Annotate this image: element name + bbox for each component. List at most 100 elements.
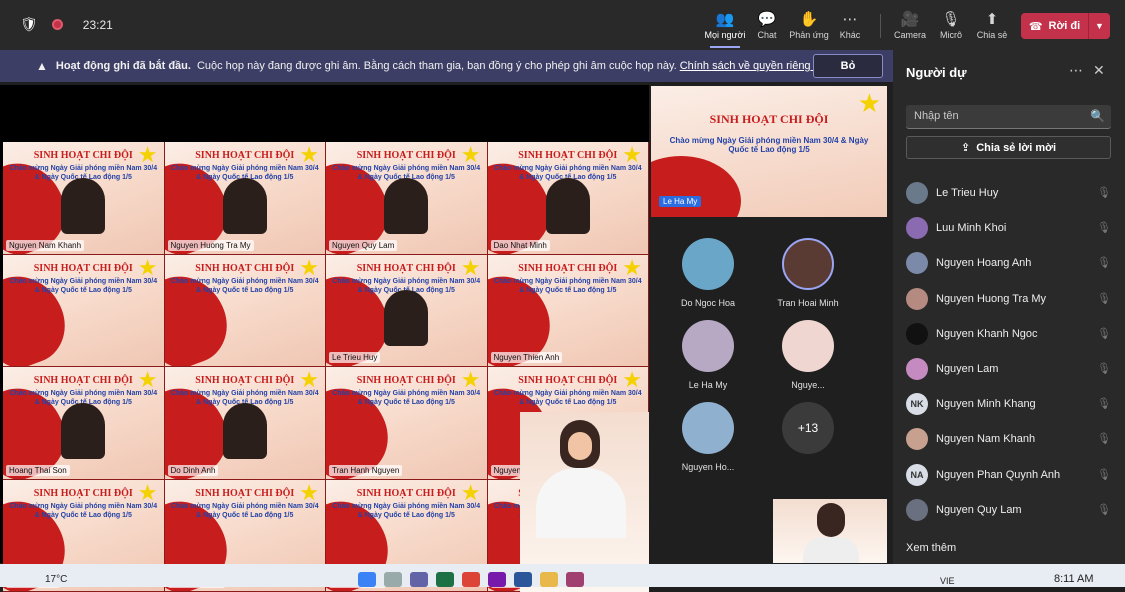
avatar — [782, 320, 834, 372]
video-tile[interactable]: SINH HOẠT CHI ĐỘIChào mừng Ngày Giải phó… — [326, 255, 488, 368]
gallery-avatar[interactable]: Do Ngoc Hoa — [663, 238, 753, 308]
phone-hangup-icon: ☎ — [1029, 20, 1043, 33]
mic-muted-icon: 🎙 — [1097, 327, 1111, 340]
participant-name: Nguyen Phan Quynh Anh — [936, 469, 1060, 481]
video-tile[interactable]: SINH HOẠT CHI ĐỘIChào mừng Ngày Giải phó… — [488, 255, 650, 368]
recording-banner: ▲ Hoạt động ghi đã bắt đầu. Cuộc họp này… — [0, 50, 893, 82]
mic-muted-icon: 🎙 — [1097, 292, 1111, 305]
tile-slide-title: SINH HOẠT CHI ĐỘI — [13, 488, 154, 499]
mic-icon: 🎙 — [928, 10, 974, 30]
weather-temp[interactable]: 17°C — [45, 574, 67, 585]
tile-name: Tran Hanh Nguyen — [329, 465, 402, 476]
spotlight-video[interactable]: ★ SINH HOẠT CHI ĐỘI Chào mừng Ngày Giải … — [651, 86, 887, 217]
video-tile[interactable]: SINH HOẠT CHI ĐỘIChào mừng Ngày Giải phó… — [326, 367, 488, 480]
leave-main[interactable]: ☎ Rời đi — [1021, 20, 1088, 33]
participant-row[interactable]: Nguyen Quy Lam🎙 — [906, 495, 1111, 525]
tile-name: Do Dinh Anh — [168, 465, 219, 476]
search-field[interactable]: 🔍 — [906, 105, 1111, 129]
avatar — [906, 499, 928, 521]
mic-muted-icon: 🎙 — [1097, 362, 1111, 375]
mic-muted-icon: 🎙 — [1097, 432, 1111, 445]
video-tile[interactable]: SINH HOẠT CHI ĐỘIChào mừng Ngày Giải phó… — [165, 367, 327, 480]
tile-name: Nguyen Huong Tra My — [168, 240, 254, 251]
participant-row[interactable]: NANguyen Phan Quynh Anh🎙 — [906, 460, 1111, 490]
teams-icon[interactable] — [410, 572, 428, 587]
gallery-avatar[interactable]: Nguyen Ho... — [663, 402, 753, 472]
tile-slide-title: SINH HOẠT CHI ĐỘI — [336, 263, 477, 274]
gallery-avatar[interactable]: Le Ha My — [663, 320, 753, 390]
system-clock[interactable]: 8:11 AM — [1054, 573, 1094, 585]
self-video[interactable] — [773, 499, 887, 563]
video-tile[interactable]: SINH HOẠT CHI ĐỘIChào mừng Ngày Giải phó… — [165, 142, 327, 255]
avatar — [906, 252, 928, 274]
app-icon[interactable] — [566, 572, 584, 587]
close-icon[interactable]: ✕ — [1093, 62, 1105, 79]
chat-button[interactable]: 💬 Chat — [744, 10, 790, 40]
chevron-down-icon[interactable]: ▼ — [1088, 13, 1110, 39]
tile-slide-subtitle: Chào mừng Ngày Giải phóng miền Nam 30/4 … — [171, 502, 320, 520]
gallery-name: Le Ha My — [663, 380, 753, 390]
share-tray-button[interactable]: ⬆ Chia sẻ — [969, 10, 1015, 40]
video-tile[interactable]: SINH HOẠT CHI ĐỘIChào mừng Ngày Giải phó… — [326, 142, 488, 255]
share-invite-button[interactable]: ⇪ Chia sẻ lời mời — [906, 136, 1111, 159]
participant-name: Nguyen Lam — [936, 363, 998, 375]
tile-slide-subtitle: Chào mừng Ngày Giải phóng miền Nam 30/4 … — [494, 277, 643, 295]
search-icon[interactable]: 🔍 — [1090, 109, 1105, 123]
language-indicator[interactable]: VIE — [940, 576, 955, 586]
video-tile[interactable]: SINH HOẠT CHI ĐỘIChào mừng Ngày Giải phó… — [3, 142, 165, 255]
participant-row[interactable]: NKNguyen Minh Khang🎙 — [906, 389, 1111, 419]
shared-screen: SINH HOẠT CHI ĐỘI Chào mừng Ngày Giải phó… — [0, 85, 649, 563]
participant-face — [61, 403, 105, 459]
participant-row[interactable]: Le Trieu Huy🎙 — [906, 178, 1111, 208]
word-icon[interactable] — [514, 572, 532, 587]
video-tile[interactable]: SINH HOẠT CHI ĐỘIChào mừng Ngày Giải phó… — [3, 367, 165, 480]
search-input[interactable] — [906, 105, 1086, 127]
video-tile[interactable]: SINH HOẠT CHI ĐỘIChào mừng Ngày Giải phó… — [488, 142, 650, 255]
reaction-button[interactable]: ✋ Phản ứng — [786, 10, 832, 40]
participant-row[interactable]: Nguyen Nam Khanh🎙 — [906, 424, 1111, 454]
onenote-icon[interactable] — [488, 572, 506, 587]
start-icon[interactable] — [358, 572, 376, 587]
tile-name: Hoang Thai Son — [6, 465, 70, 476]
excel-icon[interactable] — [436, 572, 454, 587]
participant-face — [384, 178, 428, 234]
avatar — [682, 402, 734, 454]
tile-name: Nguyen Quy Lam — [329, 240, 397, 251]
avatar: NA — [906, 464, 928, 486]
leave-button[interactable]: ☎ Rời đi ▼ — [1021, 13, 1110, 39]
folder-icon[interactable] — [540, 572, 558, 587]
participant-face — [384, 290, 428, 346]
tile-slide-subtitle: Chào mừng Ngày Giải phóng miền Nam 30/4 … — [332, 389, 481, 407]
meeting-timer: 23:21 — [83, 18, 113, 32]
gallery-avatar[interactable]: Tran Hoai Minh — [763, 238, 853, 308]
privacy-policy-link[interactable]: Chính sách về quyền riêng tư — [680, 60, 824, 72]
people-button[interactable]: 👥 Mọi người — [702, 10, 748, 40]
participant-name: Nguyen Khanh Ngoc — [936, 328, 1038, 340]
tile-slide-title: SINH HOẠT CHI ĐỘI — [175, 263, 316, 274]
participant-row[interactable]: Nguyen Hoang Anh🎙 — [906, 248, 1111, 278]
participant-row[interactable]: Nguyen Khanh Ngoc 🎙 — [906, 319, 1111, 349]
avatar — [906, 358, 928, 380]
chrome-icon[interactable] — [462, 572, 480, 587]
participant-row[interactable]: Luu Minh Khoi🎙 — [906, 213, 1111, 243]
participant-row[interactable]: Nguyen Lam 🎙 — [906, 354, 1111, 384]
meeting-status: 🛡 23:21 — [20, 16, 113, 33]
more-options-icon[interactable]: ⋯ — [1069, 62, 1083, 79]
participant-row[interactable]: Nguyen Huong Tra My🎙 — [906, 284, 1111, 314]
spotlight-name: Le Ha My — [659, 196, 701, 207]
video-tile[interactable]: SINH HOẠT CHI ĐỘIChào mừng Ngày Giải phó… — [3, 255, 165, 368]
camera-button[interactable]: 🎥 Camera — [887, 10, 933, 40]
dismiss-button[interactable]: Bỏ — [813, 54, 883, 78]
search-taskbar-icon[interactable] — [384, 572, 402, 587]
gallery-avatar[interactable]: +13 — [763, 402, 853, 454]
tile-slide-title: SINH HOẠT CHI ĐỘI — [175, 150, 316, 161]
avatar — [906, 288, 928, 310]
video-tile[interactable]: SINH HOẠT CHI ĐỘIChào mừng Ngày Giải phó… — [165, 255, 327, 368]
see-more-link[interactable]: Xem thêm — [906, 542, 956, 554]
more-button[interactable]: ⋯ Khác — [827, 10, 873, 40]
gallery-avatar[interactable]: Nguye... — [763, 320, 853, 390]
gallery-name: Nguye... — [763, 380, 853, 390]
panel-title: Người dự — [906, 65, 967, 80]
mic-button[interactable]: 🎙 Micrô — [928, 10, 974, 40]
warning-icon: ▲ — [36, 59, 48, 73]
